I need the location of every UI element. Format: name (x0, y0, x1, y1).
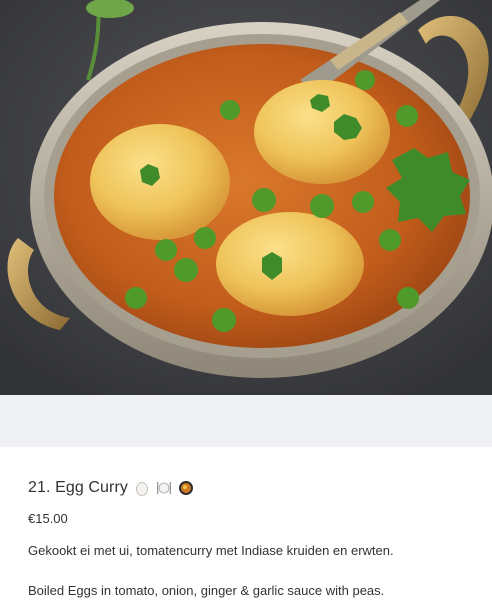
menu-item-description-english: Boiled Eggs in tomato, onion, ginger & g… (28, 583, 385, 598)
plate-cutlery-icon (157, 482, 172, 494)
menu-item-details: 21. Egg Curry €15.00 Gekookt ei met ui, … (0, 447, 492, 605)
menu-item-title: 21. Egg Curry (28, 479, 129, 496)
menu-item-title-row: 21. Egg Curry (28, 477, 194, 499)
menu-item-description-dutch: Gekookt ei met ui, tomatencurry met Indi… (28, 543, 394, 558)
dish-photo (0, 0, 492, 395)
egg-icon (136, 482, 148, 496)
curry-bowl-icon (179, 481, 194, 495)
egg-curry-image (0, 0, 492, 395)
section-spacer (0, 395, 492, 447)
menu-item-price: €15.00 (28, 511, 68, 526)
